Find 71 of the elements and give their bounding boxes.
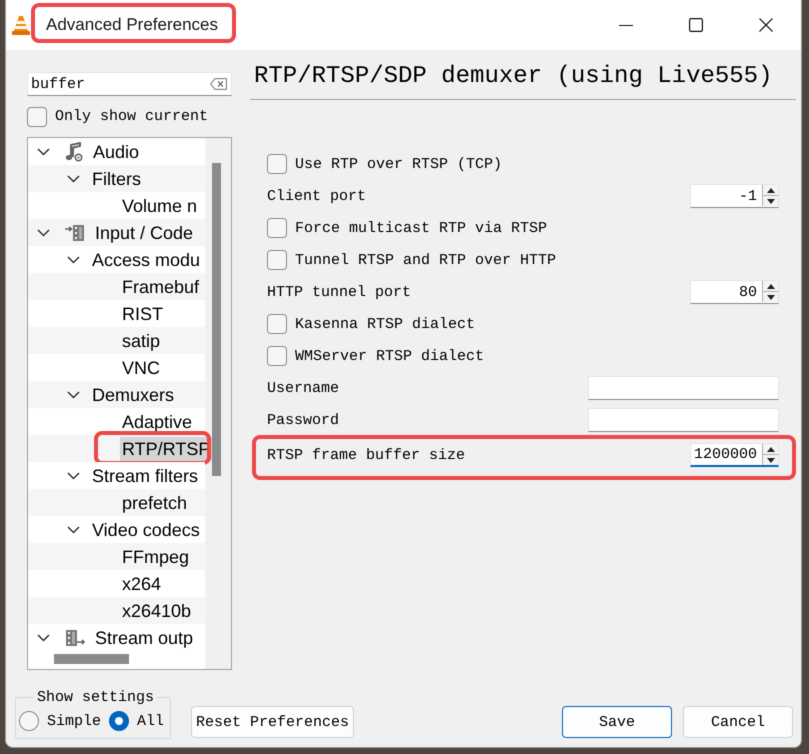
setting-label: HTTP tunnel port [267,284,412,300]
search-field[interactable]: buffer [27,72,232,96]
down-triangle-icon [766,198,774,204]
tree-item[interactable]: satip [120,328,162,352]
tree-item[interactable]: RIST [120,302,166,326]
checkbox-label: Use RTP over RTSP (TCP) [295,156,502,172]
checkbox-label: Force multicast RTP via RTSP [295,220,548,236]
setting-label: Password [267,412,340,428]
tree-item[interactable]: prefetch [120,490,190,514]
clear-icon[interactable] [210,78,227,90]
checkbox-label: WMServer RTSP dialect [295,348,484,364]
panel-title: RTP/RTSP/SDP demuxer (using Live555) [250,62,796,100]
text-field[interactable] [588,376,779,400]
checkbox[interactable] [267,250,287,270]
scrollbar-thumb[interactable] [54,654,129,664]
tree-item[interactable]: Stream outp [93,626,196,650]
tree-item[interactable]: Stream filters [90,464,200,488]
tree-item[interactable]: VNC [120,356,162,380]
film-arrow-icon [65,628,85,646]
tree-item[interactable]: FFmpeg [120,544,192,568]
increment-button[interactable] [763,185,778,196]
save-button[interactable]: Save [562,706,672,738]
music-note-icon [65,142,83,162]
up-triangle-icon [766,188,774,192]
radio-label: Simple [47,712,102,730]
tree-item[interactable]: Audio [91,140,142,164]
arrow-film-icon [65,224,85,242]
tree-item[interactable]: Access modu [90,248,202,272]
setting-label: RTSP frame buffer size [267,446,466,464]
scrollbar-thumb[interactable] [212,163,221,476]
group-label: Show settings [36,689,156,706]
increment-button[interactable] [763,444,778,455]
close-icon [759,18,773,32]
setting-label: Username [267,380,340,396]
tree-item[interactable]: RTP/RTSP [120,436,212,460]
up-triangle-icon [766,446,774,452]
checkbox[interactable] [27,106,47,126]
checkbox-label: Only show current [55,108,208,125]
setting-label: Client port [267,188,366,204]
radio-button[interactable] [109,711,130,731]
tree-item[interactable]: Adaptive [120,410,194,434]
decrement-button[interactable] [763,292,778,302]
checkbox-label: Kasenna RTSP dialect [295,316,476,332]
down-triangle-icon [766,458,774,462]
checkbox[interactable] [267,154,287,174]
tree-item[interactable]: Input / Code [93,220,196,244]
tree-item[interactable]: Filters [90,166,143,190]
tree-item[interactable]: Video codecs [90,518,202,542]
tree-item[interactable]: Volume n [120,194,200,218]
tree-item[interactable]: x264 [120,572,164,596]
decrement-button[interactable] [763,196,778,206]
down-triangle-icon [766,294,774,300]
reset-button[interactable]: Reset Preferences [191,706,354,738]
tree-item[interactable]: Framebuf [120,274,202,298]
checkbox[interactable] [267,218,287,238]
text-field[interactable] [588,408,779,432]
checkbox[interactable] [267,346,287,366]
minimize-icon [619,24,633,26]
checkbox[interactable] [267,314,287,334]
increment-button[interactable] [763,281,778,292]
radio-button[interactable] [19,711,39,731]
radio-label: All [137,712,164,730]
tree-item[interactable]: x26410b [120,598,194,622]
traffic-cone-icon [12,15,30,35]
tree-item[interactable]: Demuxers [90,382,176,406]
maximize-icon [689,18,703,32]
decrement-button[interactable] [763,455,778,465]
up-triangle-icon [766,284,774,288]
window-title: Advanced Preferences [46,15,218,35]
checkbox-label: Tunnel RTSP and RTP over HTTP [295,252,556,268]
cancel-button[interactable]: Cancel [683,706,793,738]
